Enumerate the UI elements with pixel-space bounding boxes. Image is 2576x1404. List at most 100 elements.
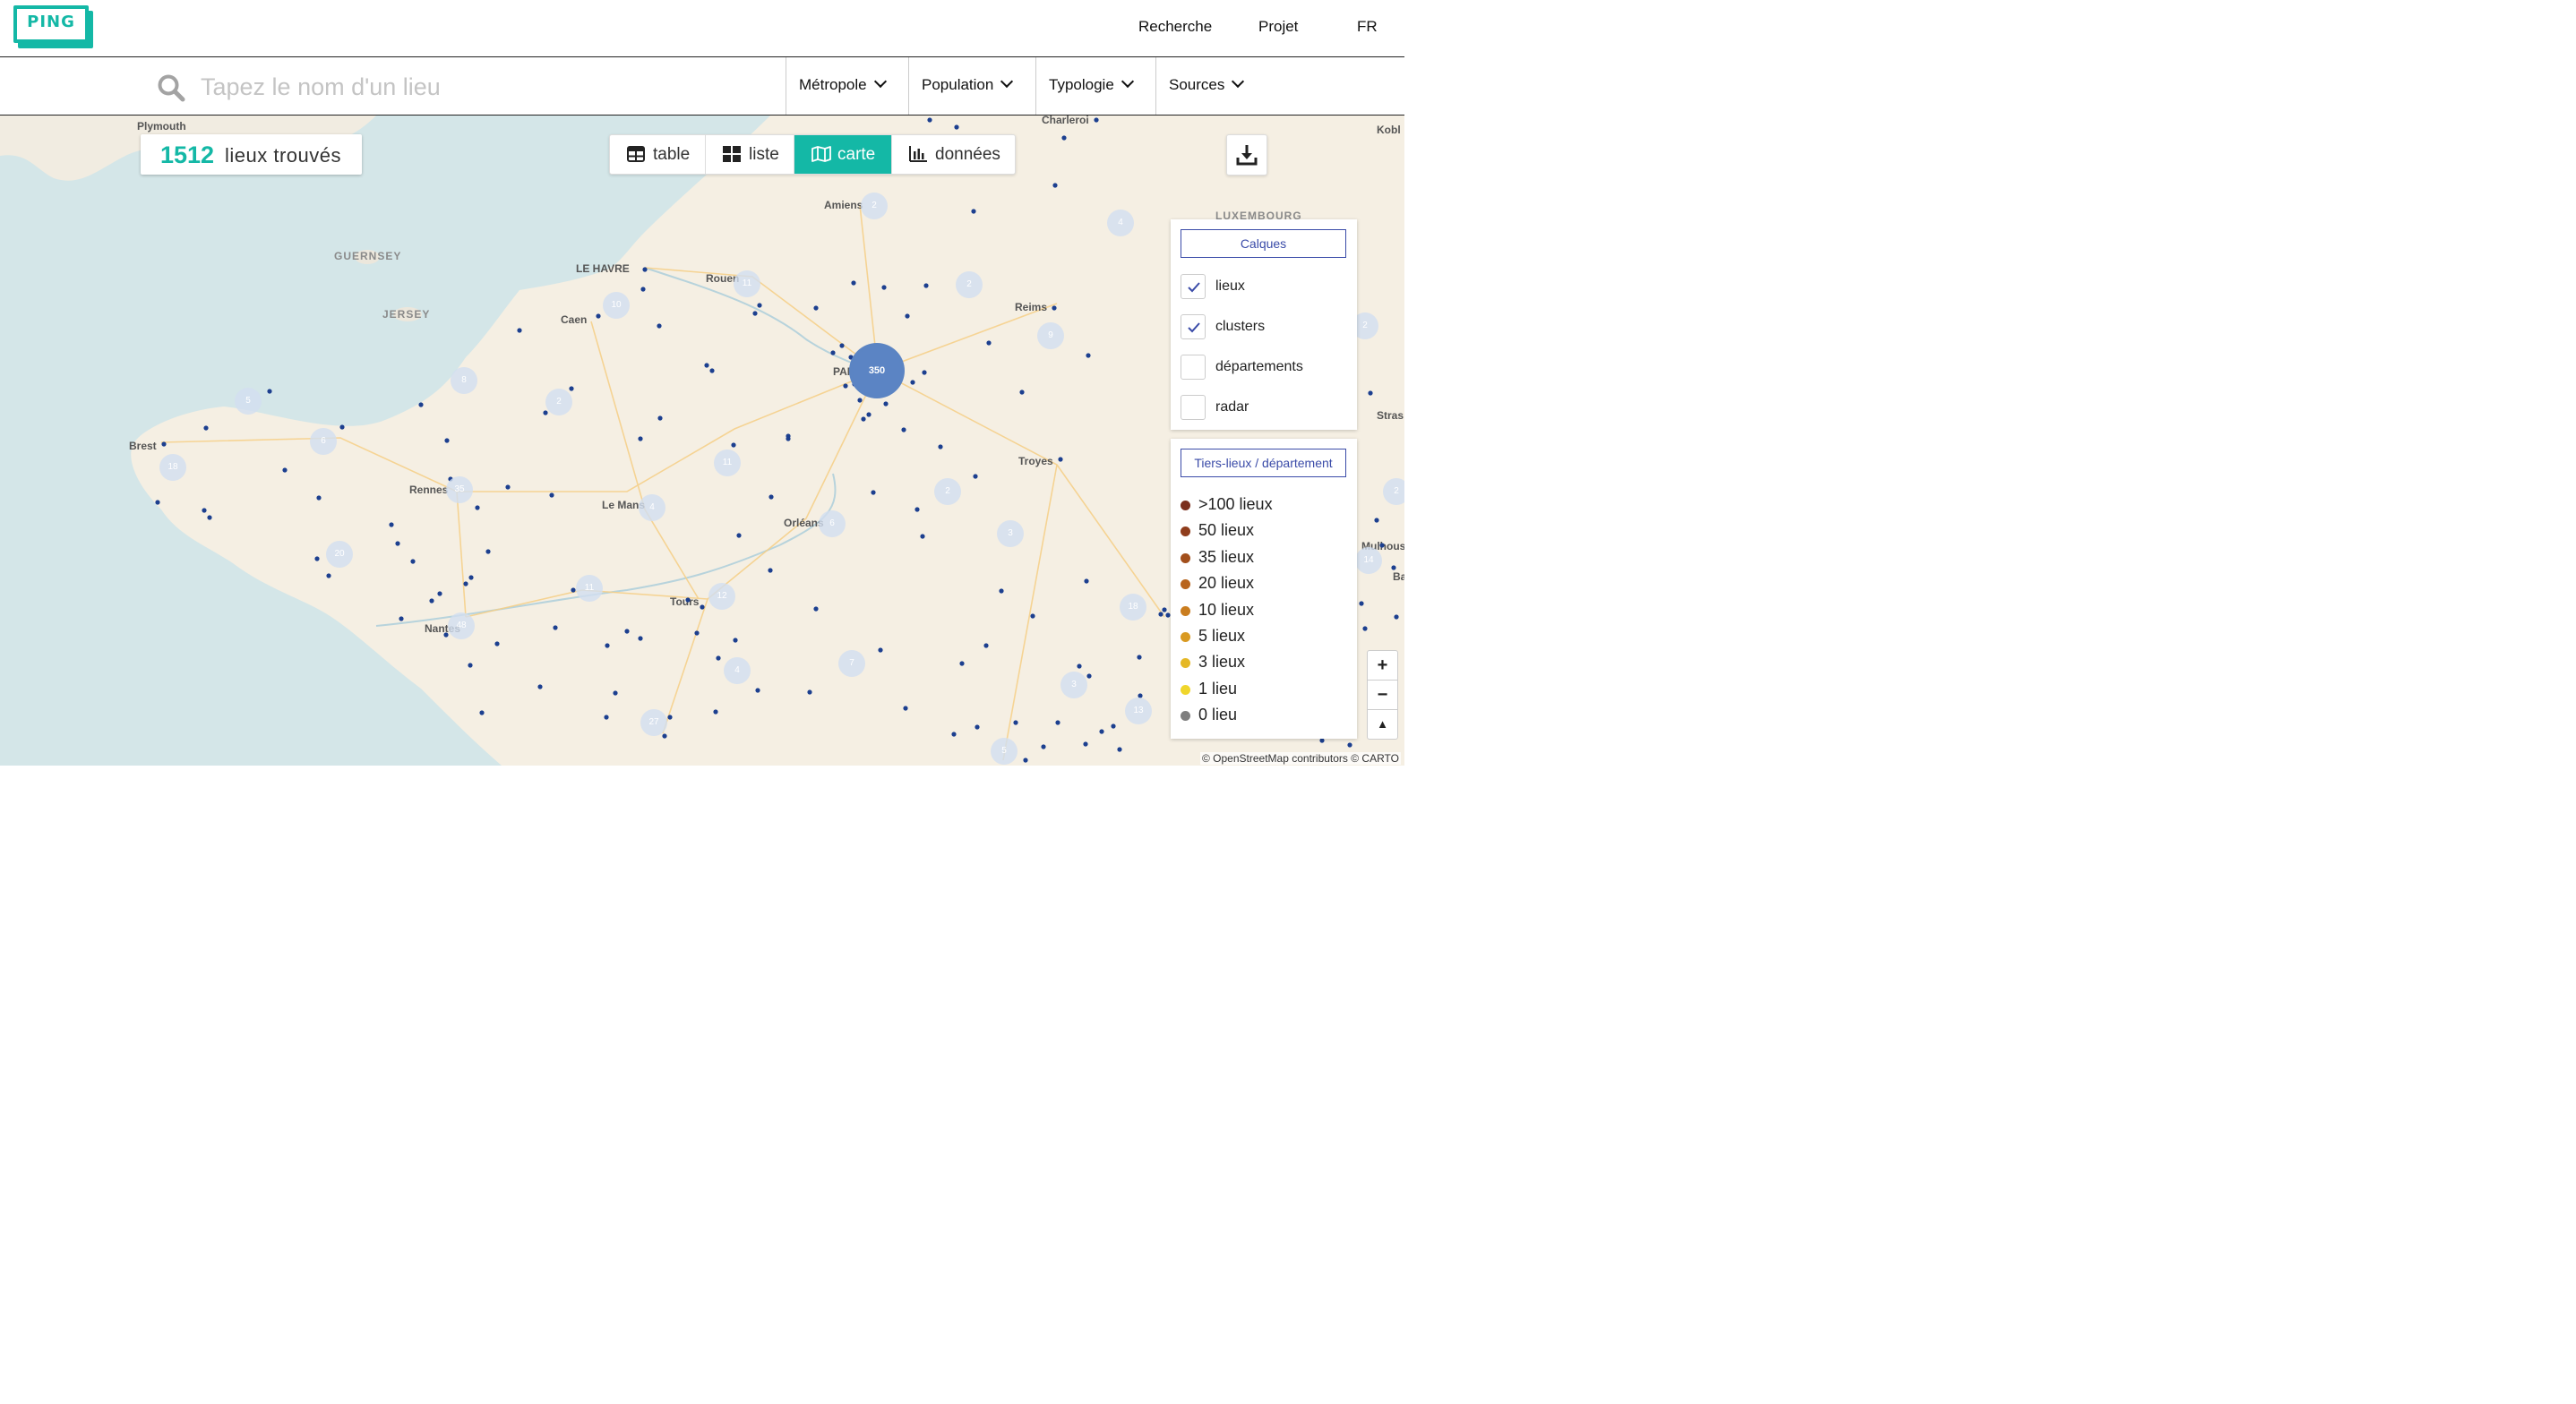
cluster-marker[interactable]: 2 bbox=[861, 193, 888, 219]
cluster-marker[interactable]: 11 bbox=[576, 575, 603, 602]
download-button[interactable] bbox=[1226, 134, 1267, 176]
tab-carte-label: carte bbox=[837, 145, 876, 164]
legend-swatch bbox=[1181, 658, 1190, 669]
nav-recherche[interactable]: Recherche bbox=[1138, 18, 1212, 36]
legend-label: 1 lieu bbox=[1198, 679, 1238, 698]
cluster-marker[interactable]: 8 bbox=[451, 367, 477, 394]
layer-departements-label: départements bbox=[1215, 359, 1303, 374]
results-count-box: 1512 lieux trouvés bbox=[141, 134, 362, 175]
chevron-down-icon bbox=[1232, 74, 1245, 89]
chevron-down-icon bbox=[873, 74, 887, 89]
legend-label: 3 lieux bbox=[1198, 653, 1246, 672]
filter-sources-label: Sources bbox=[1169, 76, 1225, 93]
legend-swatch bbox=[1181, 605, 1190, 616]
filter-typologie[interactable]: Typologie bbox=[1035, 57, 1155, 115]
cluster-marker[interactable]: 2 bbox=[1383, 478, 1404, 505]
cluster-marker[interactable]: 11 bbox=[714, 449, 741, 476]
filter-typologie-label: Typologie bbox=[1049, 76, 1114, 93]
layer-lieux-checkbox[interactable] bbox=[1181, 274, 1206, 299]
tab-table-label: table bbox=[653, 145, 691, 164]
cluster-marker[interactable]: 5 bbox=[235, 388, 262, 415]
cluster-marker[interactable]: 13 bbox=[1125, 698, 1152, 724]
cluster-marker[interactable]: 9 bbox=[1037, 322, 1064, 349]
filter-population-label: Population bbox=[922, 76, 994, 93]
legend-label: 5 lieux bbox=[1198, 627, 1246, 645]
layers-panel: Calques lieux clusters départements rada… bbox=[1171, 219, 1357, 430]
results-label: lieux trouvés bbox=[225, 144, 342, 167]
cluster-marker[interactable]: 2 bbox=[956, 271, 983, 298]
search-bar: Métropole Population Typologie Sources bbox=[0, 57, 1404, 116]
zoom-out-button[interactable]: − bbox=[1368, 681, 1397, 710]
layer-radar-label: radar bbox=[1215, 399, 1249, 415]
legend-label: 0 lieu bbox=[1198, 706, 1238, 724]
legend-label: 50 lieux bbox=[1198, 521, 1255, 540]
cluster-marker[interactable]: 4 bbox=[724, 657, 751, 684]
cluster-marker[interactable]: 27 bbox=[640, 709, 667, 736]
cluster-marker[interactable]: 7 bbox=[838, 650, 865, 677]
legend-swatch bbox=[1181, 684, 1190, 695]
cluster-marker[interactable]: 6 bbox=[819, 510, 846, 537]
tab-liste-label: liste bbox=[749, 145, 779, 164]
cluster-marker[interactable]: 18 bbox=[1120, 594, 1146, 621]
cluster-marker[interactable]: 350 bbox=[849, 343, 905, 398]
legend-label: 10 lieux bbox=[1198, 600, 1255, 619]
legend-label: 20 lieux bbox=[1198, 574, 1255, 593]
map-icon bbox=[811, 146, 831, 162]
cluster-marker[interactable]: 2 bbox=[934, 478, 961, 505]
cluster-marker[interactable]: 6 bbox=[310, 428, 337, 455]
cluster-marker[interactable]: 2 bbox=[545, 389, 572, 415]
cluster-marker[interactable]: 48 bbox=[448, 612, 475, 639]
cluster-marker[interactable]: 3 bbox=[997, 520, 1024, 547]
cluster-marker[interactable]: 35 bbox=[446, 476, 473, 503]
cluster-marker[interactable]: 4 bbox=[639, 494, 665, 521]
map-attribution[interactable]: © OpenStreetMap contributors © CARTO bbox=[1200, 752, 1401, 765]
results-count: 1512 bbox=[160, 141, 215, 168]
legend-swatch bbox=[1181, 552, 1190, 563]
legend-swatch bbox=[1181, 711, 1190, 722]
tab-liste[interactable]: liste bbox=[706, 135, 794, 174]
cluster-marker[interactable]: 3 bbox=[1060, 672, 1087, 698]
view-switcher: table liste carte données bbox=[609, 134, 1016, 175]
tab-carte[interactable]: carte bbox=[794, 135, 892, 174]
search-icon bbox=[158, 74, 185, 102]
bar-chart-icon bbox=[909, 146, 927, 162]
cluster-marker[interactable]: 12 bbox=[708, 583, 735, 610]
check-icon bbox=[1188, 322, 1200, 333]
layer-radar-checkbox[interactable] bbox=[1181, 395, 1206, 420]
layers-button[interactable]: Calques bbox=[1181, 229, 1346, 258]
legend-label: 35 lieux bbox=[1198, 547, 1255, 566]
legend-panel: Tiers-lieux / département >100 lieux 50 l… bbox=[1171, 439, 1357, 739]
filter-metropole[interactable]: Métropole bbox=[786, 57, 908, 115]
layer-lieux-label: lieux bbox=[1215, 278, 1245, 294]
layer-clusters-checkbox[interactable] bbox=[1181, 314, 1206, 339]
layer-departements-checkbox[interactable] bbox=[1181, 355, 1206, 380]
grid-icon bbox=[723, 146, 741, 162]
zoom-in-button[interactable]: + bbox=[1368, 651, 1397, 681]
logo-text: PING bbox=[27, 13, 75, 31]
cluster-marker[interactable]: 11 bbox=[734, 270, 760, 297]
filter-metropole-label: Métropole bbox=[799, 76, 867, 93]
departement-legend-button[interactable]: Tiers-lieux / département bbox=[1181, 449, 1346, 477]
reset-north-button[interactable]: ▲ bbox=[1368, 710, 1397, 739]
cluster-marker[interactable]: 20 bbox=[326, 541, 353, 568]
cluster-marker[interactable]: 14 bbox=[1355, 547, 1382, 574]
tab-donnees[interactable]: données bbox=[892, 135, 1015, 174]
tab-table[interactable]: table bbox=[610, 135, 706, 174]
cluster-marker[interactable]: 4 bbox=[1107, 210, 1134, 236]
top-header: PING Recherche Projet FR bbox=[0, 0, 1404, 57]
legend-swatch bbox=[1181, 501, 1190, 510]
filter-population[interactable]: Population bbox=[908, 57, 1035, 115]
cluster-marker[interactable]: 5 bbox=[991, 738, 1018, 765]
nav-language[interactable]: FR bbox=[1357, 18, 1378, 36]
chevron-down-icon bbox=[1121, 74, 1134, 89]
table-icon bbox=[627, 146, 645, 162]
ping-logo[interactable]: PING bbox=[13, 5, 93, 48]
legend-label: >100 lieux bbox=[1198, 495, 1273, 513]
nav-projet[interactable]: Projet bbox=[1258, 18, 1298, 36]
cluster-marker[interactable]: 18 bbox=[159, 454, 186, 481]
cluster-marker[interactable]: 10 bbox=[603, 292, 630, 319]
search-input[interactable] bbox=[199, 68, 776, 106]
check-icon bbox=[1188, 282, 1200, 293]
filter-sources[interactable]: Sources bbox=[1155, 57, 1404, 115]
legend-swatch bbox=[1181, 526, 1190, 537]
